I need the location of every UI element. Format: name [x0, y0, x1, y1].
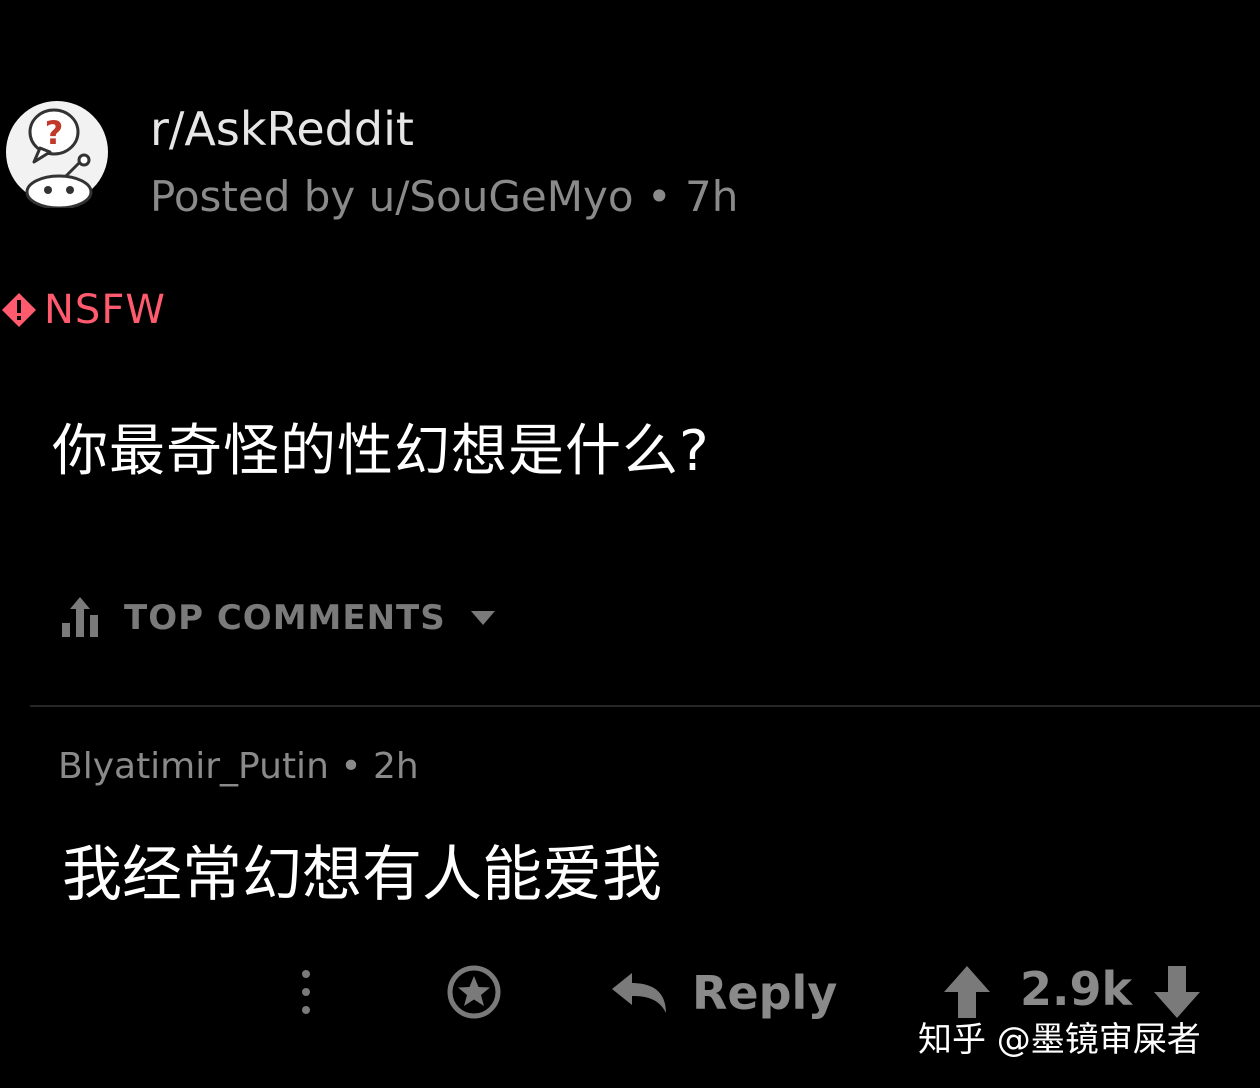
- nsfw-label: NSFW: [44, 287, 166, 333]
- vote-score: 2.9k: [1020, 962, 1133, 1016]
- nsfw-tag: NSFW: [0, 282, 166, 338]
- comment-meta[interactable]: Blyatimir_Putin • 2h: [58, 746, 419, 787]
- post-meta: Posted by u/SouGeMyo • 7h: [150, 172, 739, 221]
- watermark: 知乎 @墨镜审屎者: [918, 1020, 1201, 1060]
- sort-comments-button[interactable]: TOP COMMENTS: [58, 592, 496, 644]
- sort-label: TOP COMMENTS: [124, 598, 446, 638]
- award-icon[interactable]: [444, 962, 504, 1022]
- reply-label: Reply: [692, 966, 838, 1020]
- divider: [30, 705, 1260, 707]
- reply-icon: [612, 973, 666, 1013]
- sort-icon: [62, 597, 98, 637]
- reply-button[interactable]: Reply: [610, 960, 837, 1026]
- caret-down-icon: [470, 611, 495, 625]
- post-title[interactable]: 你最奇怪的性幻想是什么?: [52, 406, 710, 487]
- svg-text:?: ?: [45, 114, 64, 152]
- subreddit-name[interactable]: r/AskReddit: [150, 102, 414, 156]
- more-options-icon[interactable]: [288, 962, 324, 1022]
- comment-body: 我经常幻想有人能爱我: [62, 840, 662, 910]
- nsfw-warning-icon: [2, 293, 36, 327]
- subreddit-avatar-icon[interactable]: ?: [4, 96, 110, 210]
